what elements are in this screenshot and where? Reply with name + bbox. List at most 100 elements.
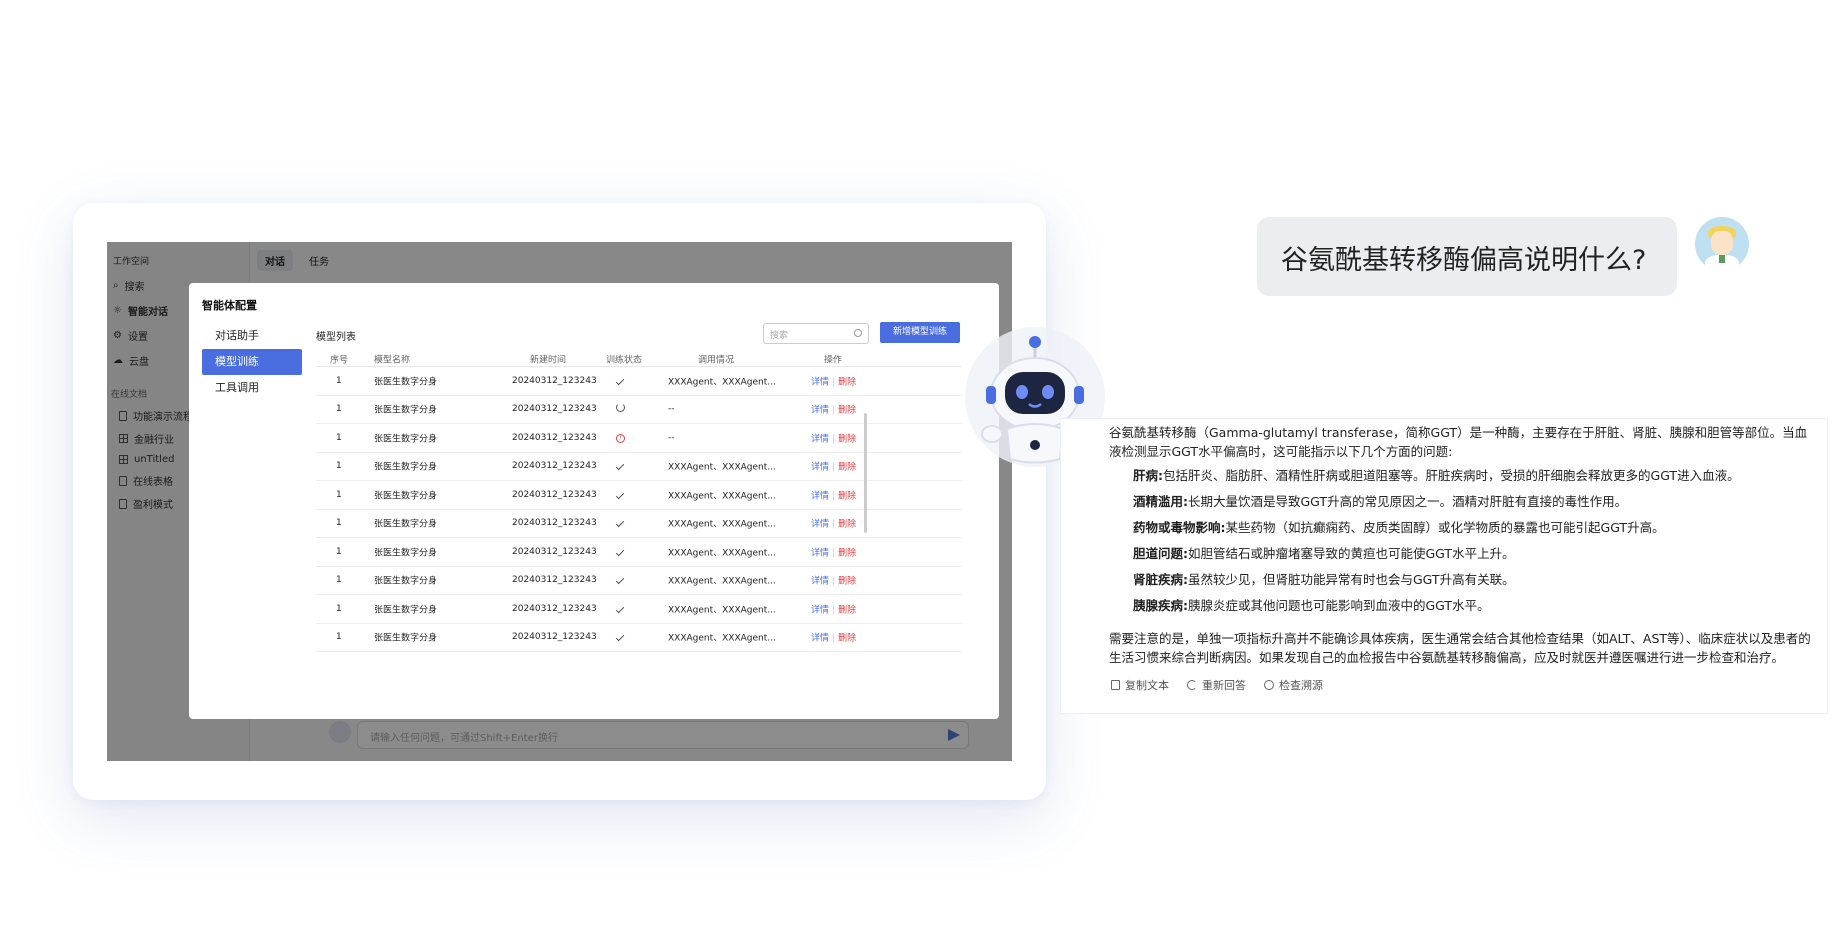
cell-call: XXXAgent、XXXAgent... (668, 633, 776, 644)
divider: | (832, 405, 836, 416)
app-screen: 工作空间 ⌕ 搜索 ☼ 智能对话 ⚙ 设置 ☁ 云盘 在线文档 功能演示流程 金融行业 … (107, 242, 1012, 761)
table-row: 1 张医生数字分身 20240312_123243 XXXAgent、XXXAgent… (316, 624, 962, 652)
cell-status (615, 575, 625, 585)
check-icon (615, 462, 625, 471)
divider: | (832, 491, 836, 502)
user-avatar (1695, 217, 1749, 271)
detail-link[interactable]: 详情 (811, 491, 829, 501)
cell-status (615, 518, 625, 528)
delete-link[interactable]: 删除 (838, 406, 856, 416)
divider: | (832, 576, 836, 587)
answer-item: 药物或毒物影响:某些药物（如抗癫痫药、皮质类固醇）或化学物质的暴露也可能引起GG… (1133, 520, 1665, 535)
divider: | (832, 605, 836, 616)
copy-text-button[interactable]: 复制文本 (1111, 677, 1169, 693)
cell-actions: 详情 | 删除 (811, 374, 856, 387)
delete-link[interactable]: 删除 (838, 463, 856, 473)
divider: | (832, 519, 836, 530)
cell-status (615, 490, 625, 500)
cell-name: 张医生数字分身 (374, 491, 438, 502)
answer-actions: 复制文本 重新回答 检查溯源 (1111, 677, 1323, 693)
detail-link[interactable]: 详情 (811, 406, 829, 416)
delete-link[interactable]: 删除 (838, 520, 856, 530)
cell-status (615, 461, 625, 471)
search-icon (1264, 680, 1274, 690)
modal-menu: 对话助手 模型训练 工具调用 (202, 323, 302, 401)
cell-no: 1 (336, 375, 342, 386)
delete-link[interactable]: 删除 (838, 491, 856, 501)
cell-call: XXXAgent、XXXAgent... (668, 462, 776, 473)
new-training-button[interactable]: 新增模型训练 (880, 322, 960, 343)
cell-actions: 详情 | 删除 (811, 517, 856, 530)
detail-link[interactable]: 详情 (811, 577, 829, 587)
cell-time: 20240312_123243 (512, 575, 597, 586)
col-op: 操作 (824, 355, 843, 365)
search-icon (854, 329, 862, 337)
delete-link[interactable]: 删除 (838, 434, 856, 444)
col-no: 序号 (330, 355, 349, 365)
detail-link[interactable]: 详情 (811, 634, 829, 644)
stage: 工作空间 ⌕ 搜索 ☼ 智能对话 ⚙ 设置 ☁ 云盘 在线文档 功能演示流程 金融行业 … (0, 0, 1839, 945)
trace-source-button[interactable]: 检查溯源 (1264, 677, 1323, 693)
answer-item: 肝病:包括肝炎、脂肪肝、酒精性肝病或胆道阻塞等。肝脏疾病时，受损的肝细胞会释放更… (1133, 468, 1740, 483)
delete-link[interactable]: 删除 (838, 548, 856, 558)
menu-model-training[interactable]: 模型训练 (202, 349, 302, 375)
cell-time: 20240312_123243 (512, 432, 597, 443)
cell-actions: 详情 | 删除 (811, 545, 856, 558)
cell-call: -- (668, 404, 675, 415)
detail-link[interactable]: 详情 (811, 520, 829, 530)
cell-name: 张医生数字分身 (374, 576, 438, 587)
answer-conclusion: 需要注意的是，单独一项指标升高并不能确诊具体疾病，医生通常会结合其他检查结果（如… (1109, 631, 1811, 665)
answer-item: 肾脏疾病:虽然较少见，但肾脏功能异常有时也会与GGT升高有关联。 (1133, 572, 1515, 587)
refresh-icon (1187, 680, 1197, 690)
cell-actions: 详情 | 删除 (811, 631, 856, 644)
detail-link[interactable]: 详情 (811, 548, 829, 558)
loading-icon (616, 403, 625, 413)
answer-item: 酒精滥用:长期大量饮酒是导致GGT升高的常见原因之一。酒精对肝脏有直接的毒性作用… (1133, 494, 1628, 509)
cell-call: XXXAgent、XXXAgent... (668, 576, 776, 587)
answer-item: 胰腺疾病:胰腺炎症或其他问题也可能影响到血液中的GGT水平。 (1133, 598, 1490, 613)
regenerate-button[interactable]: 重新回答 (1187, 677, 1246, 693)
table-header: 序号 模型名称 新建时间 训练状态 调用情况 操作 (316, 351, 962, 367)
menu-tool-call[interactable]: 工具调用 (202, 375, 302, 401)
delete-link[interactable]: 删除 (838, 577, 856, 587)
search-input[interactable]: 搜索 (763, 323, 869, 344)
divider: | (832, 548, 836, 559)
check-icon (615, 547, 625, 556)
detail-link[interactable]: 详情 (811, 377, 829, 387)
cell-call: XXXAgent、XXXAgent... (668, 377, 776, 388)
cell-call: XXXAgent、XXXAgent... (668, 548, 776, 559)
user-question-bubble: 谷氨酰基转移酶偏高说明什么? (1257, 217, 1677, 296)
cell-status (615, 376, 625, 386)
menu-chat-assistant[interactable]: 对话助手 (202, 323, 302, 349)
cell-call: XXXAgent、XXXAgent... (668, 605, 776, 616)
col-call: 调用情况 (698, 355, 735, 365)
cell-name: 张医生数字分身 (374, 519, 438, 530)
detail-link[interactable]: 详情 (811, 463, 829, 473)
cell-status: ! (616, 433, 625, 443)
copy-icon (1111, 680, 1120, 690)
cell-actions: 详情 | 删除 (811, 602, 856, 615)
table-scrollbar[interactable] (864, 413, 867, 533)
cell-no: 1 (336, 489, 342, 500)
cell-name: 张医生数字分身 (374, 605, 438, 616)
detail-link[interactable]: 详情 (811, 434, 829, 444)
check-icon (615, 633, 625, 642)
cell-name: 张医生数字分身 (374, 405, 438, 416)
col-time: 新建时间 (530, 355, 567, 365)
cell-time: 20240312_123243 (512, 632, 597, 643)
cell-time: 20240312_123243 (512, 404, 597, 415)
cell-no: 1 (336, 632, 342, 643)
answer-item: 胆道问题:如胆管结石或肿瘤堵塞导致的黄疸也可能使GGT水平上升。 (1133, 546, 1515, 561)
divider: | (832, 377, 836, 388)
delete-link[interactable]: 删除 (838, 377, 856, 387)
check-icon (615, 519, 625, 528)
table-row: 1 张医生数字分身 20240312_123243 XXXAgent、XXXAgent… (316, 567, 962, 595)
detail-link[interactable]: 详情 (811, 605, 829, 615)
delete-link[interactable]: 删除 (838, 634, 856, 644)
modal-title: 智能体配置 (202, 299, 257, 312)
delete-link[interactable]: 删除 (838, 605, 856, 615)
cell-status (615, 547, 625, 557)
cell-no: 1 (336, 575, 342, 586)
cell-actions: 详情 | 删除 (811, 460, 856, 473)
answer-panel: 谷氨酰基转移酶（Gamma-glutamyl transferase，简称GGT… (1060, 418, 1828, 714)
